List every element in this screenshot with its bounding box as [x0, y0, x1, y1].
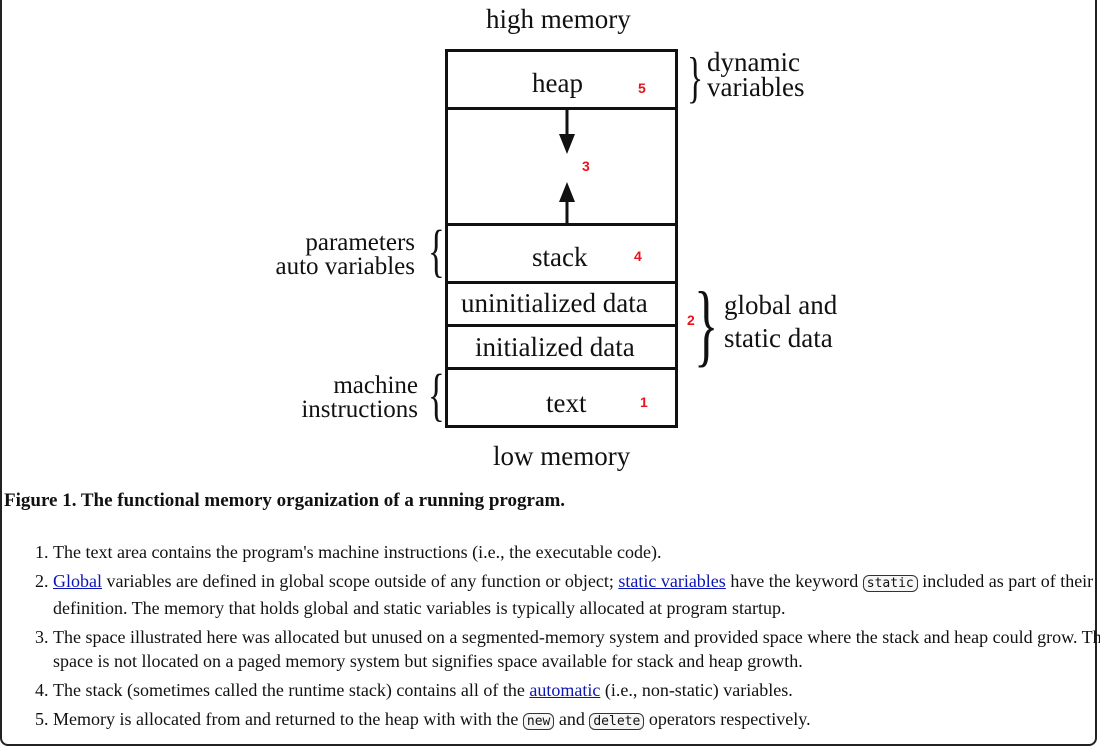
annotation-line: machine	[333, 372, 418, 399]
annotation-dynamic-variables: dynamic variables	[707, 49, 805, 102]
annotation-line: variables	[707, 72, 805, 102]
note-item: The stack (sometimes called the runtime …	[53, 678, 1100, 702]
segment-initialized-data: initialized data	[445, 324, 678, 370]
segment-number: 5	[638, 80, 646, 96]
annotation-line: parameters	[305, 229, 415, 256]
segment-stack: stack 4	[445, 223, 678, 284]
brace-global-icon: }	[694, 273, 719, 375]
annotation-line: global and	[724, 290, 838, 320]
brace-dynamic-icon: }	[687, 47, 704, 109]
segment-number: 3	[582, 158, 590, 174]
annotation-line: static data	[724, 323, 833, 353]
note-text: The text area contains the program's mac…	[53, 542, 662, 562]
annotation-global-static: global and static data	[724, 289, 837, 355]
segment-label: stack	[532, 242, 588, 272]
annotation-line: instructions	[301, 396, 418, 423]
segment-label: heap	[532, 68, 583, 98]
segment-text: text 1	[445, 367, 678, 428]
brace-machine-icon: {	[428, 362, 445, 427]
note-text: (i.e., non-static) variables.	[600, 680, 793, 700]
segment-label: initialized data	[475, 332, 635, 362]
link-global[interactable]: Global	[53, 571, 102, 591]
note-text: have the keyword	[725, 571, 863, 591]
note-text: The space illustrated here was allocated…	[53, 627, 1100, 671]
link-automatic[interactable]: automatic	[529, 680, 600, 700]
brace-params-icon: {	[428, 218, 445, 283]
note-text: and	[554, 709, 590, 729]
note-text: The stack (sometimes called the runtime …	[53, 680, 530, 700]
segment-number: 1	[640, 394, 648, 410]
memory-diagram: high memory heap 5 3 stack 4 uninitializ…	[0, 0, 1100, 480]
note-text: operators respectively.	[644, 709, 811, 729]
note-item: The text area contains the program's mac…	[53, 540, 1100, 564]
notes-list: The text area contains the program's mac…	[18, 540, 1100, 739]
segment-uninitialized-data: uninitialized data	[445, 281, 678, 327]
segment-free-space: 3	[445, 107, 678, 226]
annotation-machine-instructions: machine instructions	[260, 372, 418, 423]
segment-label: uninitialized data	[461, 288, 648, 318]
code-static: static	[862, 575, 918, 592]
link-static-variables[interactable]: static variables	[618, 571, 725, 591]
figure-caption: Figure 1. The functional memory organiza…	[4, 490, 566, 511]
segment-heap: heap 5	[445, 49, 678, 110]
high-memory-label: high memory	[486, 4, 631, 34]
segment-number: 4	[634, 248, 642, 264]
annotation-line: auto variables	[275, 253, 415, 280]
annotation-parameters: parameters auto variables	[255, 229, 415, 280]
note-item: The space illustrated here was allocated…	[53, 625, 1100, 673]
note-text: variables are defined in global scope ou…	[102, 571, 619, 591]
code-new: new	[522, 713, 555, 730]
low-memory-label: low memory	[493, 441, 631, 471]
segment-label: text	[546, 388, 587, 418]
note-item: Memory is allocated from and returned to…	[53, 707, 1100, 734]
note-text: Memory is allocated from and returned to…	[53, 709, 523, 729]
code-delete: delete	[589, 713, 645, 730]
note-item: Global variables are defined in global s…	[53, 569, 1100, 620]
